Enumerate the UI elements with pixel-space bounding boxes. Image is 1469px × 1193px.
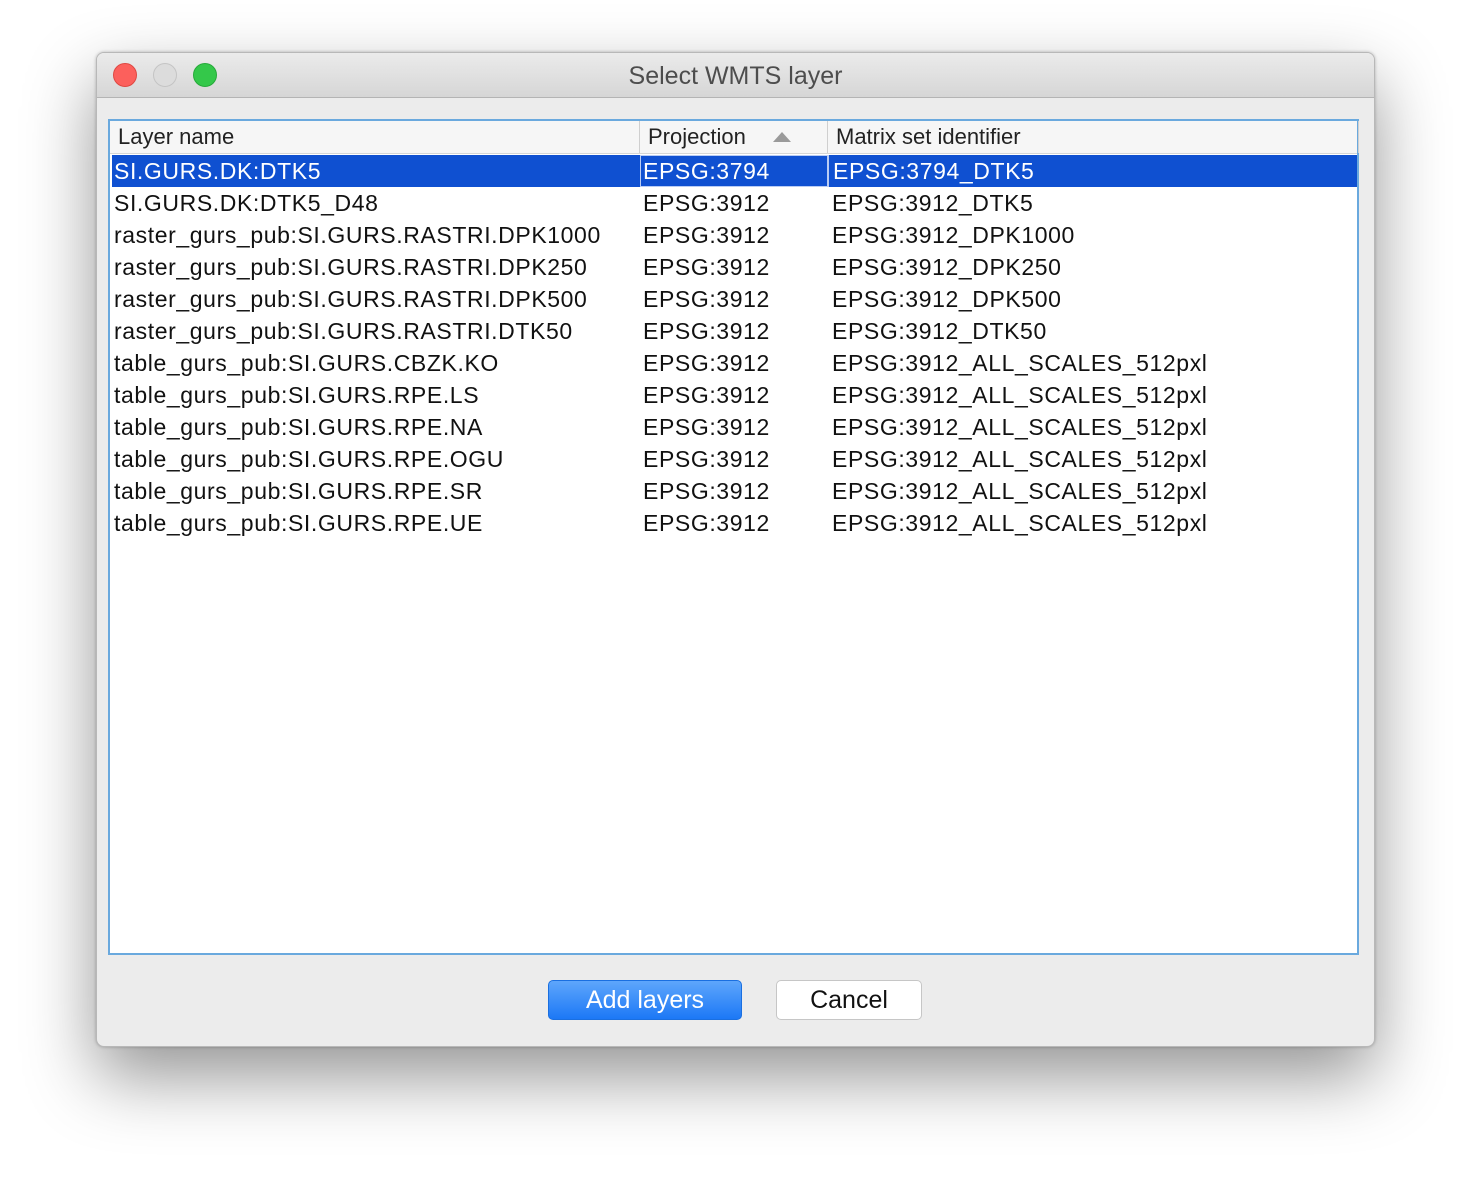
table-row[interactable]: SI.GURS.DK:DTK5 EPSG:3794 EPSG:3794_DTK5 bbox=[112, 155, 1357, 187]
cell-layer-name: raster_gurs_pub:SI.GURS.RASTRI.DPK500 bbox=[114, 286, 588, 312]
cell-layer-name: raster_gurs_pub:SI.GURS.RASTRI.DPK250 bbox=[114, 254, 588, 280]
cell-projection: EPSG:3794 bbox=[640, 155, 828, 187]
cell-layer-name: raster_gurs_pub:SI.GURS.RASTRI.DTK50 bbox=[114, 318, 573, 344]
column-header-label: Layer name bbox=[118, 124, 235, 149]
cell-matrix-set: EPSG:3912_ALL_SCALES_512pxl bbox=[832, 382, 1208, 408]
layer-table[interactable]: Layer name Projection Matrix set identif… bbox=[108, 119, 1359, 955]
window-title: Select WMTS layer bbox=[628, 62, 843, 90]
cell-layer-name: raster_gurs_pub:SI.GURS.RASTRI.DPK1000 bbox=[114, 222, 601, 248]
table-row[interactable]: raster_gurs_pub:SI.GURS.RASTRI.DTK50 EPSG… bbox=[112, 315, 1357, 347]
cell-matrix-set: EPSG:3912_DTK50 bbox=[832, 318, 1047, 344]
table-row[interactable]: table_gurs_pub:SI.GURS.RPE.NA EPSG:3912 EP… bbox=[112, 411, 1357, 443]
cell-matrix-set: EPSG:3912_ALL_SCALES_512pxl bbox=[832, 350, 1208, 376]
column-header-label: Matrix set identifier bbox=[836, 124, 1021, 149]
column-header-layer-name[interactable]: Layer name bbox=[110, 121, 640, 153]
table-row[interactable]: table_gurs_pub:SI.GURS.CBZK.KO EPSG:3912 E… bbox=[112, 347, 1357, 379]
cell-layer-name: SI.GURS.DK:DTK5 bbox=[114, 158, 322, 184]
title-bar[interactable]: Select WMTS layer bbox=[97, 53, 1374, 98]
table-row[interactable]: raster_gurs_pub:SI.GURS.RASTRI.DPK250 EPS… bbox=[112, 251, 1357, 283]
cell-layer-name: table_gurs_pub:SI.GURS.CBZK.KO bbox=[114, 350, 499, 376]
cell-matrix-set: EPSG:3912_DPK250 bbox=[832, 254, 1062, 280]
cell-layer-name: table_gurs_pub:SI.GURS.RPE.OGU bbox=[114, 446, 504, 472]
cell-matrix-set: EPSG:3912_ALL_SCALES_512pxl bbox=[832, 414, 1208, 440]
cell-layer-name: table_gurs_pub:SI.GURS.RPE.SR bbox=[114, 478, 483, 504]
table-header: Layer name Projection Matrix set identif… bbox=[110, 121, 1359, 154]
sort-ascending-icon bbox=[773, 132, 791, 142]
cell-layer-name: SI.GURS.DK:DTK5_D48 bbox=[114, 190, 379, 216]
cell-projection: EPSG:3912 bbox=[643, 510, 770, 536]
column-header-label: Projection bbox=[648, 124, 746, 149]
table-row[interactable]: raster_gurs_pub:SI.GURS.RASTRI.DPK500 EPS… bbox=[112, 283, 1357, 315]
cell-projection: EPSG:3912 bbox=[643, 446, 770, 472]
cell-projection: EPSG:3912 bbox=[643, 478, 770, 504]
cell-layer-name: table_gurs_pub:SI.GURS.RPE.UE bbox=[114, 510, 483, 536]
cell-projection: EPSG:3912 bbox=[643, 318, 770, 344]
dialog-window: Select WMTS layer Layer name Projection … bbox=[96, 52, 1375, 1047]
table-row[interactable]: raster_gurs_pub:SI.GURS.RASTRI.DPK1000 EP… bbox=[112, 219, 1357, 251]
table-row[interactable]: SI.GURS.DK:DTK5_D48 EPSG:3912 EPSG:3912_DT… bbox=[112, 187, 1357, 219]
cell-layer-name: table_gurs_pub:SI.GURS.RPE.NA bbox=[114, 414, 483, 440]
column-header-matrix-set[interactable]: Matrix set identifier bbox=[828, 121, 1359, 153]
cell-projection: EPSG:3912 bbox=[643, 286, 770, 312]
cell-matrix-set: EPSG:3912_DPK1000 bbox=[832, 222, 1075, 248]
cell-matrix-set: EPSG:3912_DPK500 bbox=[832, 286, 1062, 312]
table-row[interactable]: table_gurs_pub:SI.GURS.RPE.OGU EPSG:3912 E… bbox=[112, 443, 1357, 475]
cell-matrix-set: EPSG:3912_ALL_SCALES_512pxl bbox=[832, 478, 1208, 504]
table-row[interactable]: table_gurs_pub:SI.GURS.RPE.UE EPSG:3912 EP… bbox=[112, 507, 1357, 539]
cell-projection: EPSG:3912 bbox=[643, 382, 770, 408]
cell-matrix-set: EPSG:3912_ALL_SCALES_512pxl bbox=[832, 510, 1208, 536]
cell-projection: EPSG:3912 bbox=[643, 222, 770, 248]
table-row[interactable]: table_gurs_pub:SI.GURS.RPE.SR EPSG:3912 EP… bbox=[112, 475, 1357, 507]
cell-matrix-set: EPSG:3912_ALL_SCALES_512pxl bbox=[832, 446, 1208, 472]
table-row[interactable]: table_gurs_pub:SI.GURS.RPE.LS EPSG:3912 EP… bbox=[112, 379, 1357, 411]
cell-projection: EPSG:3912 bbox=[643, 254, 770, 280]
cell-projection: EPSG:3912 bbox=[643, 350, 770, 376]
cell-projection: EPSG:3912 bbox=[643, 190, 770, 216]
cell-matrix-set: EPSG:3794_DTK5 bbox=[828, 155, 1357, 187]
column-header-projection[interactable]: Projection bbox=[640, 121, 828, 153]
cell-matrix-set: EPSG:3912_DTK5 bbox=[832, 190, 1034, 216]
cell-layer-name: table_gurs_pub:SI.GURS.RPE.LS bbox=[114, 382, 480, 408]
cancel-button[interactable]: Cancel bbox=[776, 980, 922, 1020]
add-layers-button[interactable]: Add layers bbox=[548, 980, 742, 1020]
cell-projection: EPSG:3912 bbox=[643, 414, 770, 440]
